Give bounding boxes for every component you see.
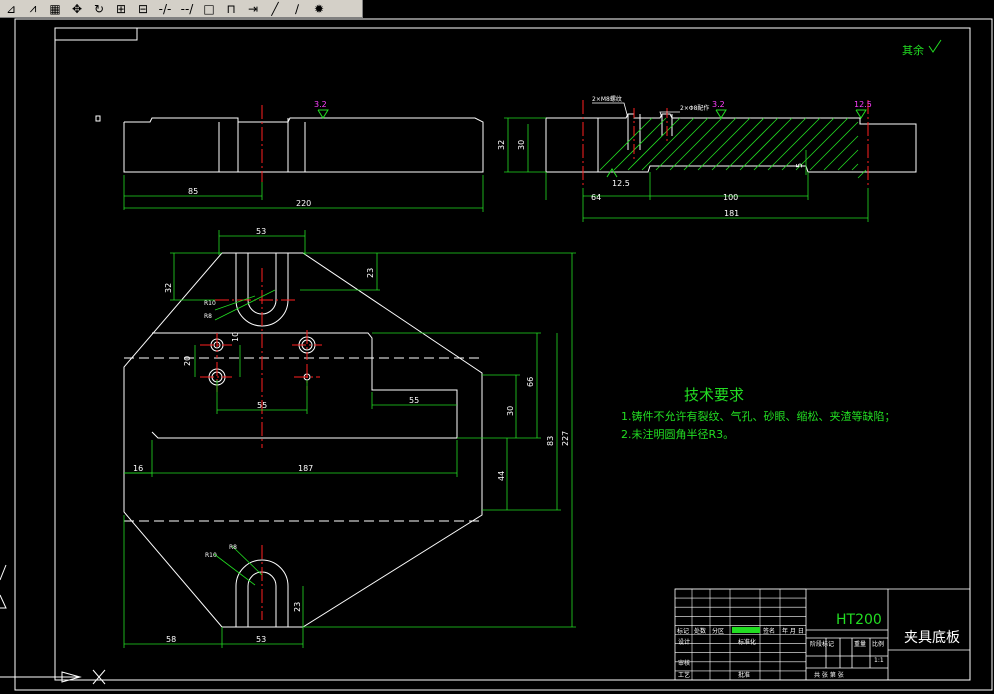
dim-53-top: 53	[256, 227, 266, 236]
tb-craft-label: 工艺	[678, 671, 690, 679]
part-name: 夹具底板	[904, 630, 960, 646]
material: HT200	[836, 612, 882, 628]
tb-sign-label: 签名	[763, 627, 775, 635]
align-icon[interactable]: ⩘	[22, 0, 44, 17]
dim-32-plan: 32	[164, 283, 173, 293]
dim-r8-top: R8	[204, 313, 212, 320]
tb-mark-label: 标记	[677, 627, 689, 635]
dim-r10-bottom: R10	[205, 552, 217, 559]
tech-req-2: 2.未注明圆角半径R3。	[621, 427, 734, 441]
cad-drawing-canvas[interactable]: 85 220 32 30 64 100 181 5 53 23 32 10 20…	[0, 18, 994, 694]
dim-64: 64	[591, 193, 601, 202]
roughness-section-3: 12.5	[854, 100, 872, 109]
dim-30-plan: 30	[506, 406, 515, 416]
hole-note-left: 2×M8螺纹	[592, 95, 622, 103]
dim-85: 85	[188, 187, 198, 196]
dim-r10-top: R10	[204, 300, 216, 307]
extend-icon[interactable]: --/	[176, 0, 198, 17]
dim-30: 30	[517, 140, 526, 150]
mirror-icon[interactable]: ⊿	[0, 0, 22, 17]
tb-zone-label: 分区	[712, 627, 724, 635]
break-icon[interactable]: □	[198, 0, 220, 17]
move-icon[interactable]: ✥	[66, 0, 88, 17]
tb-design-label: 设计	[678, 638, 690, 646]
grid-icon[interactable]: ▦	[44, 0, 66, 17]
fillet-icon[interactable]: ╱	[264, 0, 286, 17]
dim-r8-bottom: R8	[229, 544, 237, 551]
dim-181: 181	[724, 209, 739, 218]
tb-date-label: 年 月 日	[782, 627, 804, 635]
explode-icon[interactable]: ✹	[308, 0, 330, 17]
dim-66: 66	[526, 377, 535, 387]
dim-10: 10	[231, 332, 240, 342]
dim-83: 83	[546, 436, 555, 446]
dim-32: 32	[497, 140, 506, 150]
tb-standard-label: 标准化	[738, 638, 756, 646]
dim-20: 20	[183, 356, 192, 366]
stretch-icon[interactable]: ⊟	[132, 0, 154, 17]
trim-icon[interactable]: -/-	[154, 0, 176, 17]
chamfer-icon[interactable]: ⇥	[242, 0, 264, 17]
dim-53-bottom: 53	[256, 635, 266, 644]
tb-weight-label: 重量	[854, 640, 866, 648]
lengthen-icon[interactable]: ∕	[286, 0, 308, 17]
dim-23-bottom: 23	[293, 602, 302, 612]
rotate-icon[interactable]: ↻	[88, 0, 110, 17]
dim-187: 187	[298, 464, 313, 473]
title-block-highlight	[732, 627, 760, 633]
dim-44: 44	[497, 471, 506, 481]
hole-note-right: 2×Φ8配作	[680, 104, 709, 112]
dim-58: 58	[166, 635, 176, 644]
dim-55-step: 55	[409, 396, 419, 405]
roughness-note: 其余	[902, 43, 924, 57]
tb-scale-value: 1:1	[874, 657, 884, 664]
tb-sheets-label: 共 张 第 张	[814, 671, 844, 679]
tb-count-label: 处数	[694, 627, 706, 635]
dim-220: 220	[296, 199, 311, 208]
tech-req-1: 1.铸件不允许有裂纹、气孔、砂眼、缩松、夹渣等缺陷；	[621, 409, 896, 423]
roughness-top-view: 3.2	[314, 100, 327, 109]
dim-227: 227	[561, 431, 570, 446]
tb-review-label: 审核	[678, 659, 690, 667]
roughness-section-2: 12.5	[612, 179, 630, 188]
tb-approve-label: 批准	[738, 671, 750, 679]
dim-100: 100	[723, 193, 738, 202]
modify-toolbar: ⊿ ⩘ ▦ ✥ ↻ ⊞ ⊟ -/- --/□ ⊓ ⇥ ╱ ∕ ✹	[0, 0, 363, 18]
join-icon[interactable]: ⊓	[220, 0, 242, 17]
scale-icon[interactable]: ⊞	[110, 0, 132, 17]
dim-5: 5	[795, 163, 804, 168]
tech-title: 技术要求	[684, 386, 744, 404]
tb-stage-label: 阶段标记	[810, 640, 834, 648]
dim-23-top: 23	[366, 268, 375, 278]
dim-16: 16	[133, 464, 143, 473]
tb-scale-label: 比例	[872, 640, 884, 648]
roughness-section-1: 3.2	[712, 100, 725, 109]
dim-55-holes: 55	[257, 401, 267, 410]
